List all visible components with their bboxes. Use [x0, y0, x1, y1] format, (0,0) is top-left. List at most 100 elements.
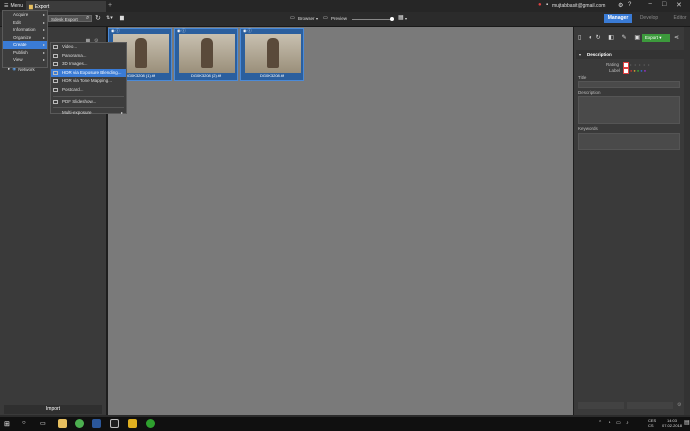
grid-view-icon[interactable]: ▦: [398, 14, 404, 21]
browser-button[interactable]: Browser: [298, 16, 315, 21]
menu-item-multi-exposure[interactable]: Multi-exposure ▸: [51, 109, 126, 118]
tab-editor[interactable]: Editor: [666, 14, 690, 23]
description-input[interactable]: [578, 96, 680, 124]
chevron-right-icon: ▸: [42, 12, 45, 17]
menu-item-create[interactable]: Create ▸: [3, 41, 47, 49]
create-submenu: Video... Panorama... 3D Images... HDR vi…: [50, 42, 127, 115]
thumbnail-item[interactable]: ◉ ⓘ DG0K3208.tif: [240, 28, 304, 81]
menu-item-label: HDR via Tone Mapping...: [62, 78, 112, 84]
cancel-button[interactable]: [627, 402, 673, 409]
menu-item-label: PDF Slideshow...: [62, 98, 97, 104]
hdr-icon: [53, 70, 58, 75]
maximize-button[interactable]: □: [662, 1, 666, 8]
account-email[interactable]: mujtabbasit@gmail.com: [552, 3, 605, 9]
mode-tabs: Manager Develop Editor: [604, 14, 690, 23]
menu-item-video[interactable]: Video...: [51, 43, 126, 52]
search-icon[interactable]: ○: [22, 420, 26, 426]
panel-toggle-strip[interactable]: [684, 27, 690, 415]
preview-icon[interactable]: ▭: [323, 15, 328, 21]
zoom-slider[interactable]: [352, 19, 394, 20]
folder-icon: ▆: [29, 3, 33, 10]
color-labels[interactable]: ●●●●●: [630, 68, 647, 73]
zoner-icon[interactable]: [110, 419, 119, 428]
settings-icon[interactable]: ⚙: [618, 2, 625, 9]
menu-item-publish[interactable]: Publish ▸: [3, 49, 47, 57]
menu-item-panorama[interactable]: Panorama...: [51, 52, 126, 61]
tray-icons[interactable]: ⌃ ◔ ▭ ♪: [598, 420, 631, 426]
menu-item-hdr-tone-mapping[interactable]: HDR via Tone Mapping...: [51, 77, 126, 86]
notification-icon[interactable]: ●: [538, 2, 545, 9]
menu-item-3d-images[interactable]: 3D Images...: [51, 60, 126, 69]
thumbnail-image: [245, 34, 301, 73]
thumbnail-item[interactable]: ◉ ⓘ DG0K3208 (2).tif: [174, 28, 238, 81]
tab-develop[interactable]: Develop: [635, 14, 663, 23]
chevron-right-icon: ▸: [42, 42, 45, 47]
start-icon[interactable]: ⊞: [4, 420, 10, 428]
menu-item-hdr-exposure-blending[interactable]: HDR via Exposure Blending...: [51, 68, 126, 78]
hamburger-icon: ☰: [4, 3, 9, 9]
refresh-icon[interactable]: ↻: [95, 14, 101, 22]
menu-item-acquire[interactable]: Acquire ▸: [3, 11, 47, 19]
menu-item-label: HDR via Exposure Blending...: [62, 69, 122, 75]
menu-separator: [53, 107, 124, 109]
menu-button[interactable]: ☰ Menu: [2, 2, 25, 10]
rating-stars[interactable]: • • • • •: [630, 62, 650, 67]
export-button[interactable]: Export ▾: [642, 34, 670, 42]
file-explorer-icon[interactable]: [58, 419, 67, 428]
video-icon: [53, 45, 58, 49]
menu-item-pdf-slideshow[interactable]: PDF Slideshow...: [51, 98, 126, 107]
chevron-right-icon: ▸: [42, 27, 45, 32]
label-clear-icon[interactable]: [623, 68, 629, 74]
folder-icon[interactable]: ▆: [120, 15, 124, 21]
menu-item-label: View: [13, 57, 23, 62]
title-label: Title: [578, 75, 587, 80]
close-button[interactable]: ✕: [676, 1, 682, 9]
help-icon[interactable]: ?: [628, 2, 635, 9]
keywords-input[interactable]: [578, 133, 680, 150]
settings-icon[interactable]: ⚙: [677, 402, 681, 408]
share-icon[interactable]: ⋖: [674, 34, 679, 41]
sort-icon[interactable]: ⇅▾: [106, 15, 113, 21]
thumbnail-image: [179, 34, 235, 73]
chevron-down-icon[interactable]: ▾: [316, 16, 318, 21]
chevron-down-icon[interactable]: ▾: [405, 16, 407, 21]
notification-center-icon[interactable]: ▤: [684, 419, 690, 426]
title-input[interactable]: [578, 81, 680, 88]
word-icon[interactable]: [92, 419, 101, 428]
chevron-down-icon: ▾: [579, 52, 582, 57]
app-icon[interactable]: [146, 419, 155, 428]
rating-label: Rating: [606, 62, 620, 67]
task-view-icon[interactable]: ▭: [40, 420, 46, 427]
chevron-right-icon: ▸: [42, 19, 45, 25]
menu-item-view[interactable]: View ▸: [3, 56, 47, 64]
minimize-button[interactable]: −: [648, 1, 652, 8]
chevron-right-icon: ▸: [42, 57, 45, 62]
tab-manager[interactable]: Manager: [604, 14, 632, 23]
menu-item-label: Panorama...: [62, 52, 87, 58]
menu-item-organize[interactable]: Organize ▸: [3, 34, 47, 42]
menu-item-edit[interactable]: Edit ▸: [3, 19, 47, 27]
thumbnail-area[interactable]: [108, 27, 573, 415]
preview-button[interactable]: Preview: [331, 16, 347, 21]
postcard-icon: [53, 87, 58, 92]
keywords-label: Keywords: [578, 126, 598, 131]
menu-item-postcard[interactable]: Postcard...: [51, 86, 126, 95]
thumbnail-caption: DG0K3208 (2).tif: [190, 73, 221, 78]
clock-date: 07.02.2018: [662, 423, 683, 428]
main-menu: Acquire ▸ Edit ▸ Information ▸ Organize ▸ Cr…: [2, 10, 48, 68]
chevron-right-icon: ▸: [42, 49, 45, 55]
add-tab-button[interactable]: +: [108, 2, 112, 9]
search-icon[interactable]: ⌕: [86, 15, 89, 22]
clock[interactable]: 14:03 07.02.2018: [662, 418, 682, 428]
menu-item-label: Information: [13, 27, 36, 32]
import-button[interactable]: Import: [4, 405, 102, 414]
browser-icon[interactable]: ▭: [290, 15, 295, 21]
menu-item-label: Multi-exposure: [62, 110, 92, 116]
menu-item-information[interactable]: Information ▸: [3, 26, 47, 34]
save-button[interactable]: [578, 402, 624, 409]
language-indicator[interactable]: CES CS: [648, 418, 658, 428]
chrome-icon[interactable]: [75, 419, 84, 428]
zoom-slider-handle[interactable]: [390, 17, 394, 21]
app-icon[interactable]: [128, 419, 137, 428]
menu-item-label: Create: [13, 42, 27, 47]
